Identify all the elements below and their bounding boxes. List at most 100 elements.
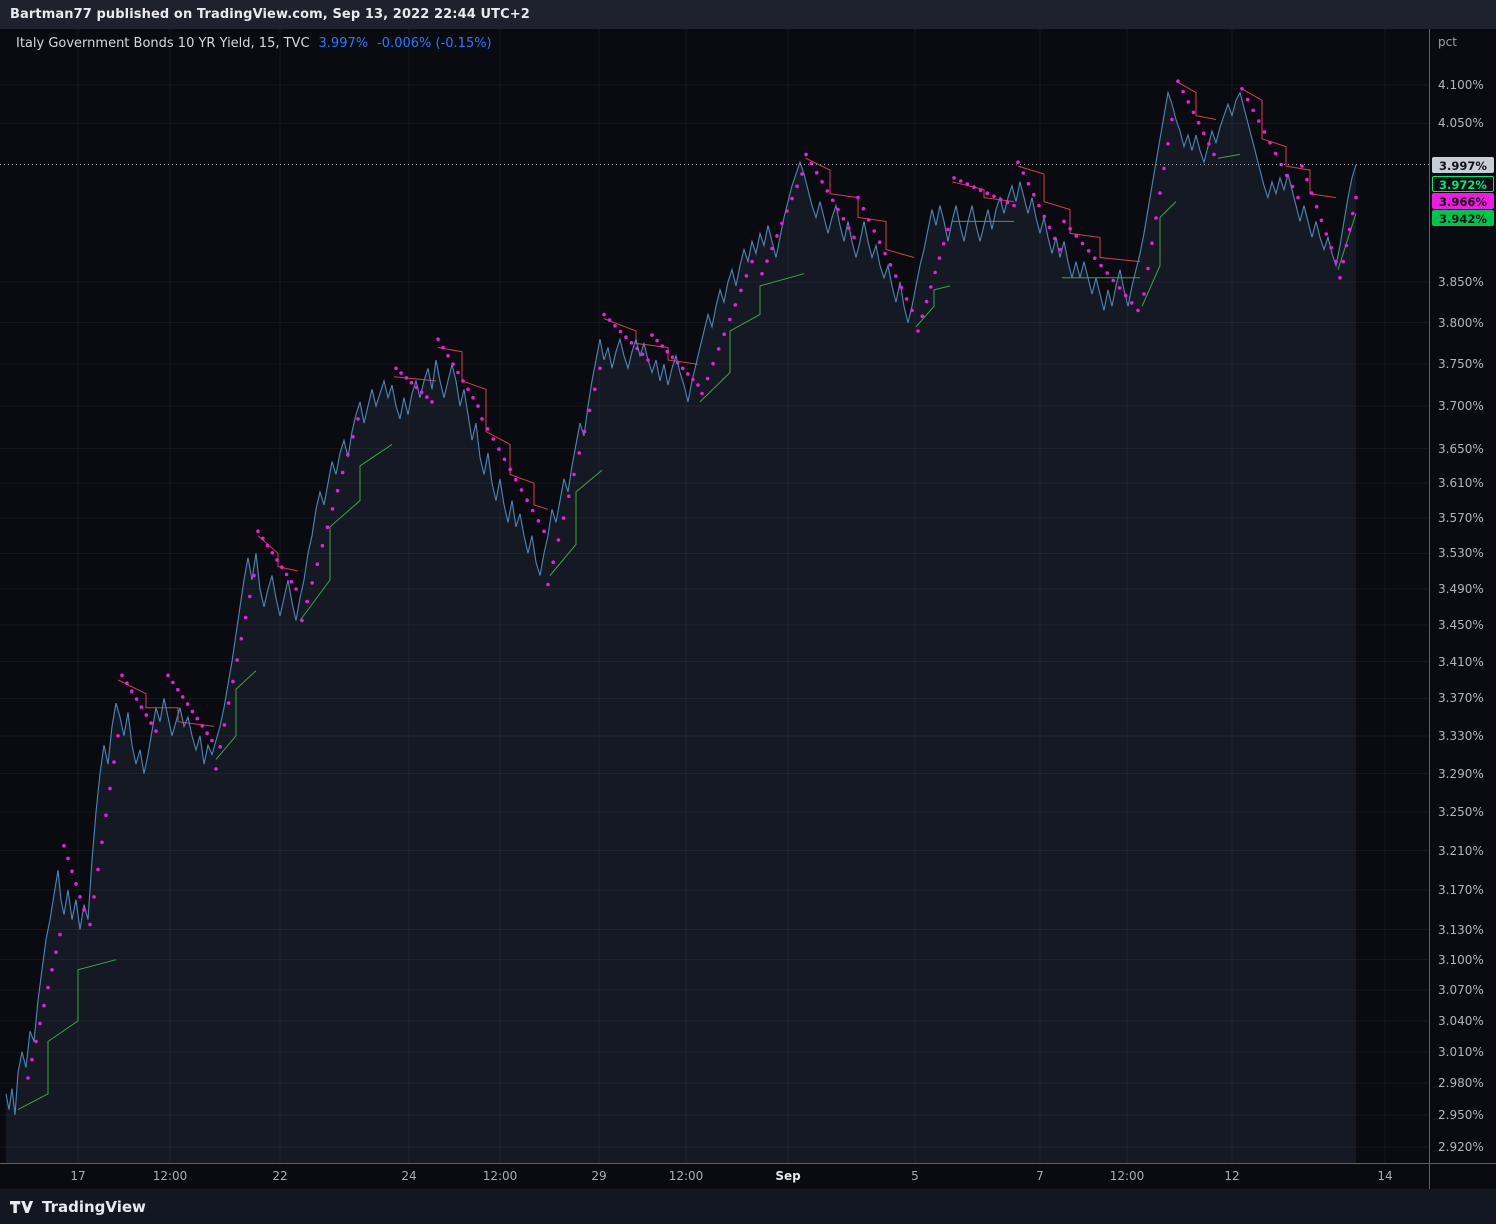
sar-dot	[116, 734, 120, 738]
sar-dot	[275, 558, 279, 562]
sar-dot	[66, 856, 70, 861]
sar-dot	[1290, 184, 1295, 189]
sar-dot	[1212, 152, 1216, 157]
sar-dot	[252, 573, 256, 578]
sar-dot	[655, 338, 659, 343]
chart-page: Bartman77 published on TradingView.com, …	[0, 0, 1496, 1224]
sar-dot	[340, 470, 345, 475]
sar-dot	[261, 536, 265, 541]
y-axis-label: 3.610%	[1438, 476, 1484, 491]
sar-dot	[618, 329, 623, 334]
sar-dot	[760, 271, 764, 276]
sar-dot	[929, 285, 933, 289]
sar-dot	[1123, 293, 1128, 298]
sar-dot	[335, 488, 340, 493]
footer-bar: TradingView	[0, 1189, 1496, 1224]
y-axis-label: 3.370%	[1438, 691, 1484, 706]
sar-dot	[514, 477, 518, 482]
x-axis-label: 12:00	[152, 1169, 188, 1183]
sar-dot	[567, 494, 571, 499]
chart-legend[interactable]: Italy Government Bonds 10 YR Yield, 15, …	[16, 36, 492, 51]
change-value: -0.006% (-0.15%)	[377, 36, 492, 51]
sar-dot	[185, 702, 190, 706]
sar-dot	[587, 408, 592, 413]
sar-dot	[946, 227, 950, 232]
tradingview-brand[interactable]: TradingView	[42, 1198, 146, 1216]
sar-dot	[430, 400, 434, 404]
sar-dot	[1324, 232, 1329, 236]
sar-dot	[96, 867, 100, 872]
tradingview-logo-icon[interactable]	[10, 1198, 34, 1216]
sar-dot	[542, 529, 546, 533]
y-axis-label: 3.290%	[1438, 766, 1484, 781]
sar-dot	[670, 355, 675, 360]
sar-dot	[1136, 308, 1140, 313]
sar-dot	[1117, 286, 1122, 290]
sar-dot	[635, 346, 639, 351]
x-axis-label: 22	[272, 1169, 288, 1183]
sar-dot	[1166, 142, 1170, 146]
sar-dot	[471, 395, 475, 400]
sar-dot	[883, 251, 887, 256]
sar-dot	[315, 562, 320, 566]
sar-dot	[998, 197, 1003, 202]
trend-stop-line-down	[951, 181, 1015, 203]
sar-dot	[1021, 171, 1026, 175]
price-axis-value-label: 3.997%	[1432, 156, 1494, 173]
sar-dot	[50, 968, 54, 972]
sar-dot	[872, 229, 876, 233]
sar-dot	[716, 347, 721, 351]
sar-dot	[38, 1021, 42, 1026]
sar-dot	[243, 615, 248, 620]
sar-dot	[446, 354, 450, 358]
sar-dot	[1285, 173, 1289, 178]
sar-dot	[1047, 225, 1052, 230]
sar-dot	[1273, 151, 1278, 156]
sar-dot	[675, 361, 680, 365]
sar-dot	[1111, 278, 1116, 283]
sar-dot	[1130, 301, 1134, 305]
sar-dot	[952, 176, 956, 180]
sar-dot	[750, 259, 754, 264]
sar-dot	[70, 869, 74, 873]
sar-dot	[804, 152, 808, 157]
sar-dot	[1329, 245, 1333, 250]
sar-dot	[728, 317, 732, 322]
sar-dot	[795, 184, 799, 189]
sar-dot	[300, 618, 304, 623]
y-axis-label: 3.800%	[1438, 315, 1484, 330]
sar-dot	[830, 198, 835, 203]
last-value: 3.997%	[318, 36, 369, 51]
symbol-title[interactable]: Italy Government Bonds 10 YR Yield, 15, …	[16, 36, 310, 51]
sar-dot	[916, 329, 920, 333]
price-scale-unit: pct	[1438, 35, 1457, 49]
y-axis-label: 3.330%	[1438, 728, 1484, 743]
sar-dot	[88, 922, 92, 927]
sar-dot	[561, 516, 566, 520]
price-chart[interactable]	[0, 0, 1496, 1224]
sar-dot	[700, 391, 704, 396]
time-scale[interactable]: 17 12:00 22 24 12:00 29 12:00 Sep 5 7 12:00 12 14	[0, 1164, 1496, 1189]
x-axis-label: Sep	[775, 1169, 801, 1183]
sar-dot	[598, 366, 602, 371]
sar-dot	[239, 636, 244, 641]
sar-dot	[978, 188, 983, 192]
sar-dot	[785, 209, 789, 213]
sar-dot	[235, 658, 239, 662]
sar-dot	[214, 767, 218, 771]
sar-dot	[899, 285, 903, 290]
sar-dot	[42, 1003, 46, 1008]
price-axis-value-label: 3.972%	[1432, 176, 1494, 193]
sar-dot	[120, 673, 124, 678]
sar-dot	[1341, 259, 1345, 264]
y-axis-label: 3.450%	[1438, 618, 1484, 633]
sar-dot	[1058, 247, 1062, 252]
sar-dot	[602, 312, 606, 317]
sar-dot	[1016, 160, 1020, 164]
attribution-text: Bartman77 published on TradingView.com, …	[10, 7, 530, 22]
sar-dot	[346, 452, 350, 457]
price-scale[interactable]: pct 4.100% 4.050% 3.850% 3.800% 3.750% 3.700%…	[1430, 29, 1496, 1164]
sar-dot	[104, 813, 108, 818]
attribution-bar: Bartman77 published on TradingView.com, …	[0, 0, 1496, 29]
sar-dot	[82, 907, 86, 912]
